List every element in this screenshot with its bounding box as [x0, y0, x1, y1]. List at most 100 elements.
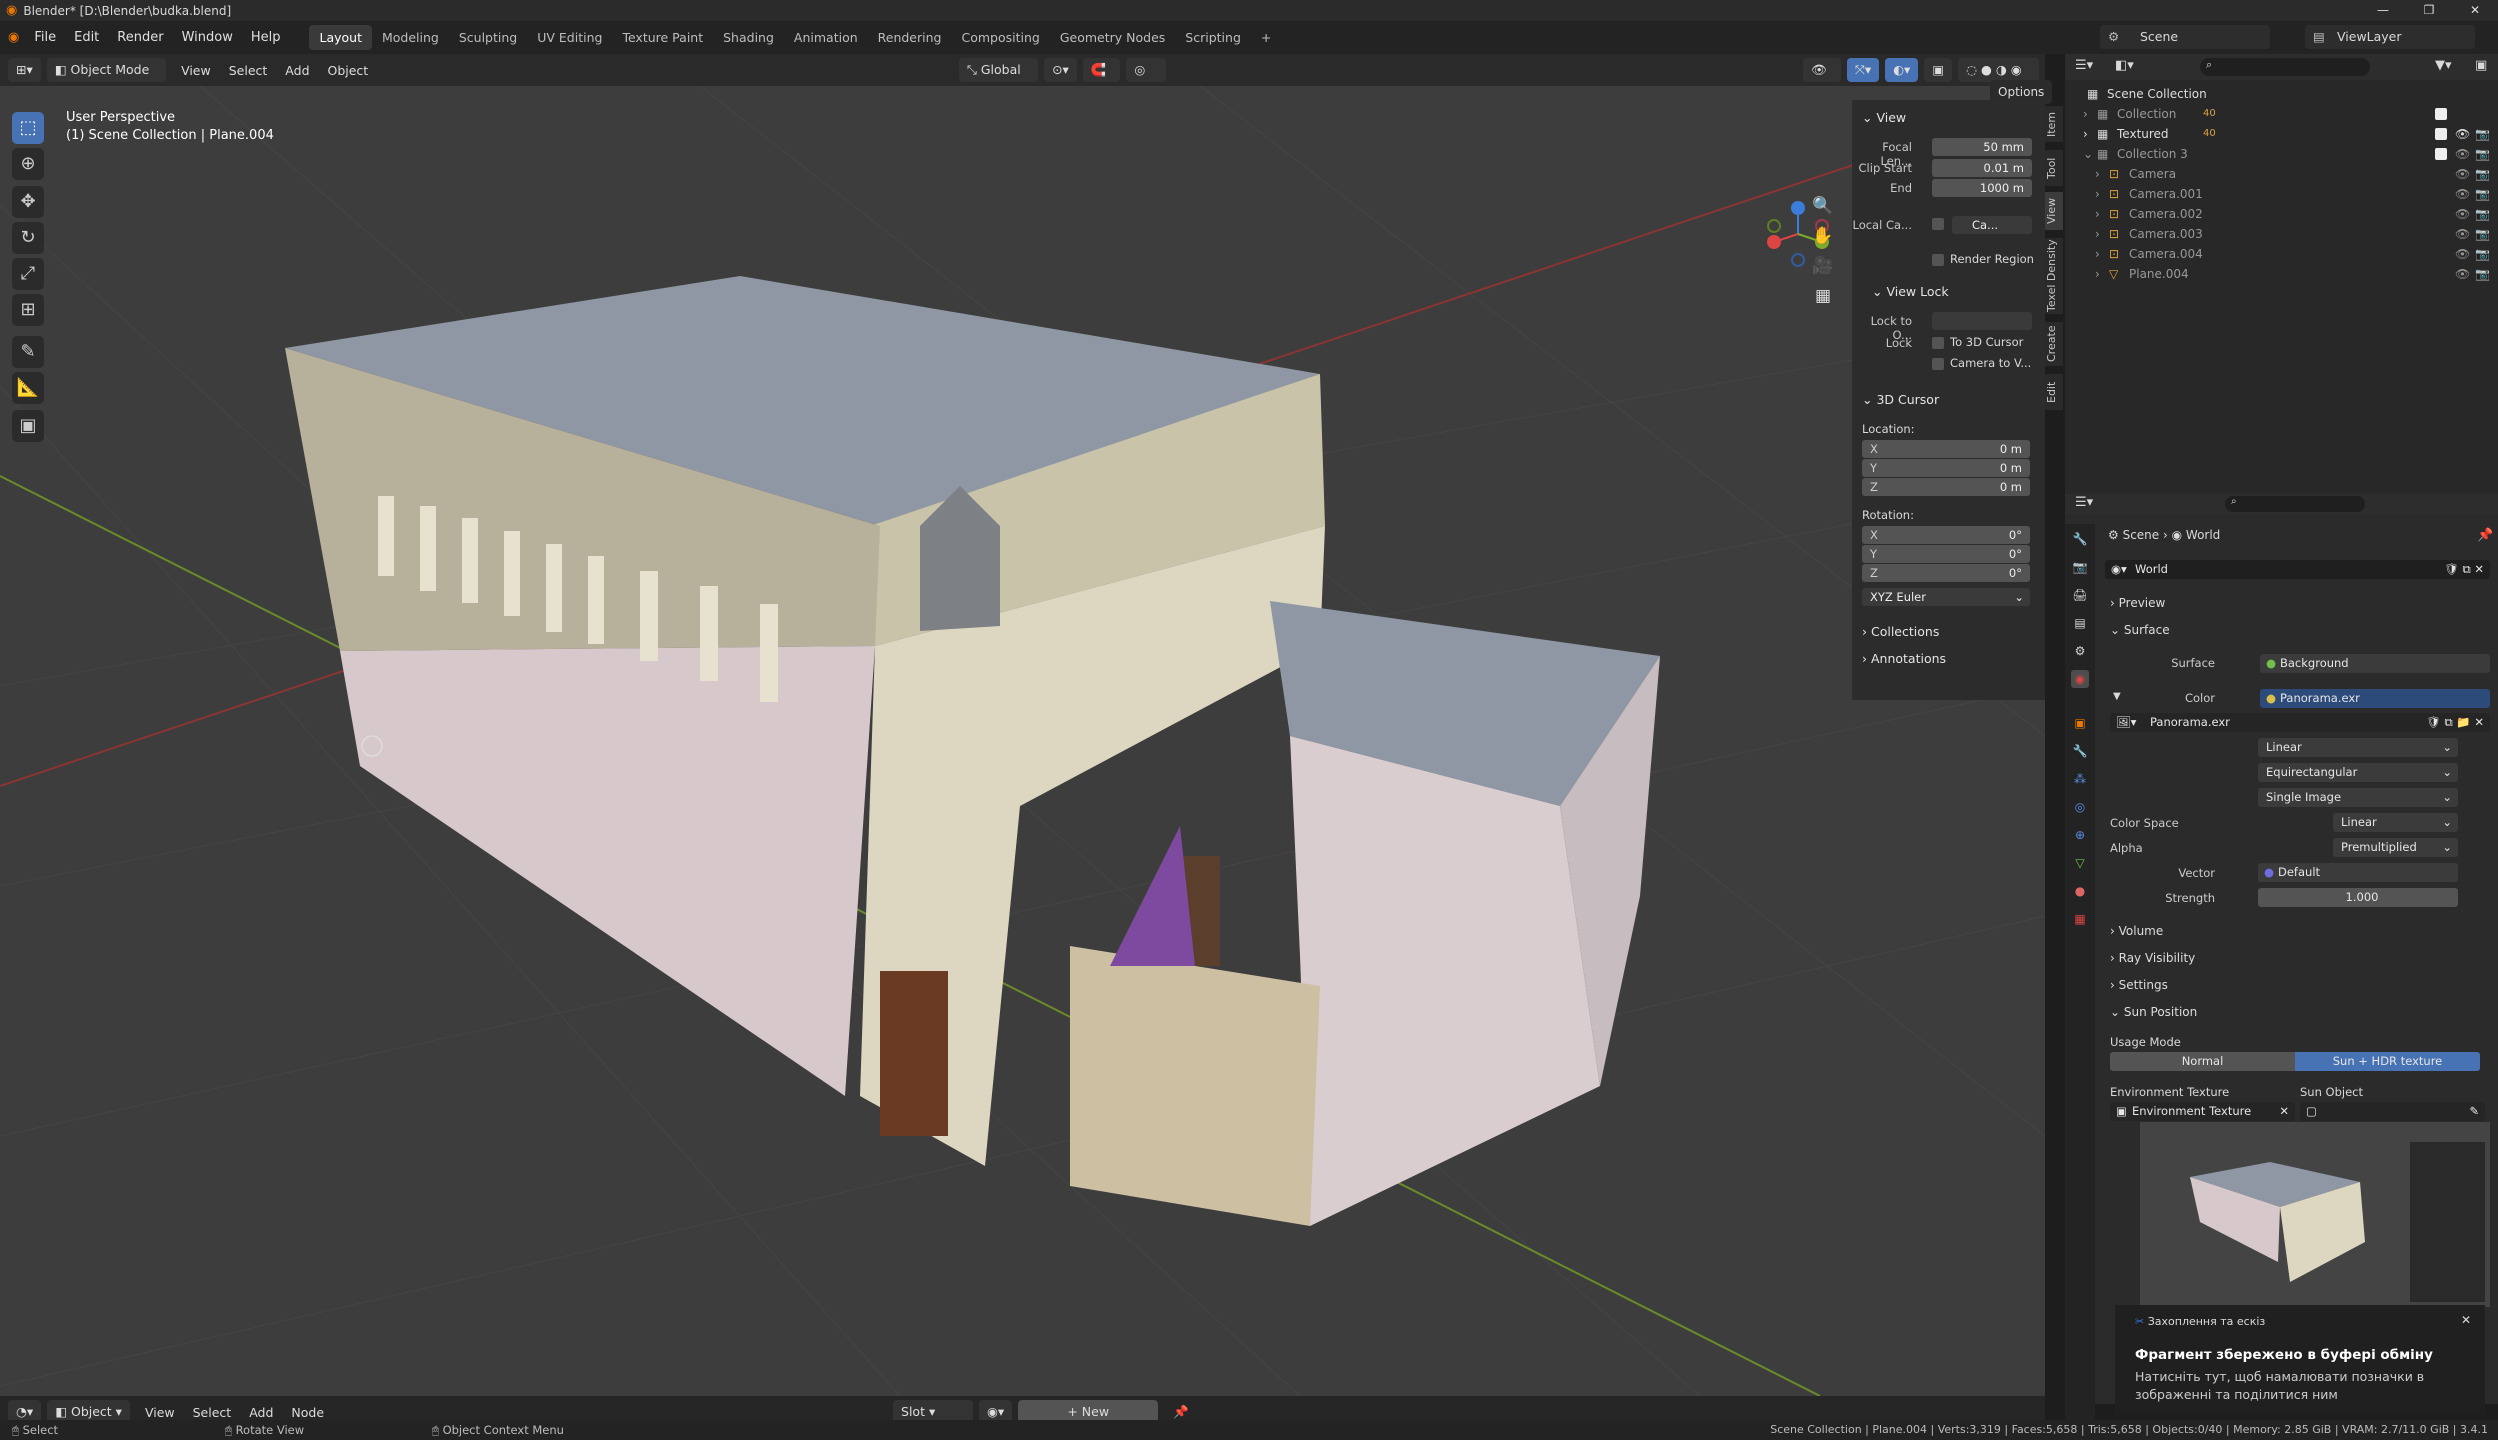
expand-arrow-icon[interactable]: › [2083, 124, 2088, 144]
outliner-row-collection-3[interactable]: ⌄ ▦ Collection 3 👁 📷 [2065, 144, 2498, 164]
menu-window[interactable]: Window [173, 30, 242, 45]
preview-section[interactable]: › Preview [2110, 596, 2165, 610]
surface-section[interactable]: ⌄ Surface [2110, 623, 2170, 637]
datablock-controls[interactable]: 🛡 ⧉ ✕ [2444, 560, 2484, 579]
exclude-checkbox[interactable] [2435, 148, 2447, 160]
cursor-rotation-z[interactable]: Z 0° [1862, 564, 2030, 582]
close-icon[interactable]: ✕ [2279, 1102, 2289, 1121]
texture-tab-icon[interactable]: ▦ [2071, 910, 2089, 928]
blender-menu-icon[interactable]: ◉ [8, 30, 19, 45]
ortho-grid-icon[interactable]: ▦ [1808, 282, 1838, 310]
expand-arrow-icon[interactable]: › [2095, 244, 2100, 264]
properties-search-input[interactable]: ⌕ [2225, 496, 2365, 512]
bottom-menu-select[interactable]: Select [184, 1405, 241, 1420]
new-collection-icon[interactable]: ▣ [2475, 58, 2487, 73]
menu-render[interactable]: Render [108, 30, 172, 45]
bottom-menu-view[interactable]: View [136, 1405, 184, 1420]
workspace-tab-geometry-nodes[interactable]: Geometry Nodes [1050, 25, 1175, 50]
outliner-row-camera-004[interactable]: › ⊡ Camera.004 👁 📷 [2065, 244, 2498, 264]
add-cube-tool-button[interactable]: ▣ [12, 410, 44, 442]
material-tab-icon[interactable]: ● [2071, 882, 2089, 900]
camera-view-icon[interactable]: 🎥 [1808, 252, 1838, 280]
eye-icon[interactable]: 👁 [2455, 164, 2470, 184]
notification-close-button[interactable]: ✕ [2461, 1313, 2471, 1327]
eye-icon[interactable]: 👁 [2455, 264, 2470, 284]
environment-texture-field[interactable]: ▣ Environment Texture ✕ [2110, 1102, 2295, 1121]
cursor-rotation-x[interactable]: X 0° [1862, 526, 2030, 544]
eye-icon[interactable]: 👁 [2455, 224, 2470, 244]
workspace-tab-scripting[interactable]: Scripting [1175, 25, 1251, 50]
npanel-tab-tool[interactable]: Tool [2045, 150, 2063, 186]
shading-modes[interactable]: ◌ ● ◑ ◉ ▾ [1958, 58, 2039, 101]
measure-tool-button[interactable]: 📐 [12, 372, 44, 404]
overlay-toggle[interactable]: ◐▾ [1885, 58, 1919, 82]
viewport-menu-view[interactable]: View [172, 63, 220, 78]
3d-viewport[interactable]: ⬚ ⊕ ✥ ↻ ⤢ ⊞ ✎ 📐 ▣ 🔍 ✋ 🎥 ▦ [0, 86, 2045, 1396]
camera-render-icon[interactable]: 📷 [2475, 164, 2490, 184]
expand-arrow-icon[interactable]: › [2095, 224, 2100, 244]
scene-selector[interactable]: ⚙ Scene [2100, 25, 2270, 49]
cursor-location-x[interactable]: X 0 m [1862, 440, 2030, 458]
bottom-menu-node[interactable]: Node [282, 1405, 333, 1420]
expand-arrow-icon[interactable]: › [2095, 184, 2100, 204]
outliner-editor-icon[interactable]: ☰▾ [2075, 58, 2093, 73]
display-mode-icon[interactable]: ◧▾ [2115, 58, 2134, 73]
cursor-rotation-y[interactable]: Y 0° [1862, 545, 2030, 563]
volume-section[interactable]: › Volume [2110, 924, 2163, 938]
outliner-row-scene-collection[interactable]: ▦ Scene Collection [2065, 84, 2498, 104]
menu-file[interactable]: File [25, 30, 65, 45]
image-datablock-controls[interactable]: 🛡 ⧉ 📁 ✕ [2426, 713, 2484, 732]
expand-arrow-icon[interactable]: › [2095, 164, 2100, 184]
viewport-menu-add[interactable]: Add [276, 63, 318, 78]
image-datablock-field[interactable]: 🖼▾ Panorama.exr 🛡 ⧉ 📁 ✕ [2110, 713, 2490, 732]
rotate-tool-button[interactable]: ↻ [12, 222, 44, 254]
sun-position-section[interactable]: ⌄ Sun Position [2110, 1005, 2197, 1019]
local-camera-field[interactable]: Ca... [1952, 216, 2032, 234]
outliner-row-collection[interactable]: › ▦ Collection 40 [2065, 104, 2498, 124]
annotate-tool-button[interactable]: ✎ [12, 336, 44, 368]
usage-mode-sun-hdr-button[interactable]: Sun + HDR texture [2295, 1052, 2480, 1071]
scale-tool-button[interactable]: ⤢ [12, 258, 44, 290]
data-tab-icon[interactable]: ▽ [2071, 854, 2089, 872]
npanel-tab-view[interactable]: View [2045, 192, 2063, 230]
tool-tab-icon[interactable]: 🔧 [2071, 530, 2089, 548]
visibility-dropdown[interactable]: 👁▾ [1803, 58, 1841, 101]
camera-render-icon[interactable]: 📷 [2475, 184, 2490, 204]
npanel-tab-create[interactable]: Create [2045, 322, 2063, 366]
object-tab-icon[interactable]: ▣ [2071, 714, 2089, 732]
eye-icon[interactable]: 👁 [2455, 144, 2470, 164]
projection-dropdown[interactable]: Equirectangular ⌄ [2258, 763, 2458, 782]
physics-tab-icon[interactable]: ◎ [2071, 798, 2089, 816]
color-space-dropdown[interactable]: Linear ⌄ [2333, 813, 2458, 832]
outliner-row-textured[interactable]: › ▦ Textured 40 👁 📷 [2065, 124, 2498, 144]
move-tool-button[interactable]: ✥ [12, 186, 44, 218]
pin-icon[interactable]: 📌 [1164, 1404, 1198, 1420]
scene-tab-icon[interactable]: ⚙ [2071, 642, 2089, 660]
view-lock-header[interactable]: ⌄ View Lock [1872, 284, 1949, 299]
interpolation-dropdown[interactable]: Linear ⌄ [2258, 738, 2458, 757]
render-region-checkbox[interactable] [1932, 254, 1944, 266]
camera-to-view-checkbox[interactable] [1932, 358, 1944, 370]
outliner-row-plane-004[interactable]: › ▽ Plane.004 👁 📷 [2065, 264, 2498, 284]
pin-icon[interactable]: 📌 [2477, 528, 2493, 543]
workspace-tab-compositing[interactable]: Compositing [951, 25, 1049, 50]
minimize-button[interactable]: — [2360, 0, 2406, 21]
rotation-mode-dropdown[interactable]: XYZ Euler ⌄ [1862, 588, 2030, 606]
collections-section[interactable]: › Collections [1862, 624, 1939, 639]
expand-arrow-icon[interactable]: › [2095, 204, 2100, 224]
cursor-location-z[interactable]: Z 0 m [1862, 478, 2030, 496]
proportional-edit-toggle[interactable]: ◎ ∧ [1126, 58, 1167, 101]
expand-arrow-icon[interactable]: ⌄ [2083, 144, 2093, 164]
surface-shader-field[interactable]: ● Background [2260, 654, 2490, 673]
vector-field[interactable]: ● Default [2258, 863, 2458, 882]
viewlayer-selector[interactable]: ▤ ViewLayer [2305, 25, 2475, 49]
settings-section[interactable]: › Settings [2110, 978, 2168, 992]
output-tab-icon[interactable]: 🖨 [2071, 586, 2089, 604]
expand-arrow-icon[interactable]: › [2083, 104, 2088, 124]
add-workspace-button[interactable]: + [1251, 25, 1281, 50]
view-section-header[interactable]: ⌄ View [1862, 110, 1906, 125]
render-tab-icon[interactable]: 📷 [2071, 558, 2089, 576]
eye-icon[interactable]: 👁 [2455, 204, 2470, 224]
world-tab-icon[interactable]: ◉ [2071, 670, 2089, 688]
workspace-tab-uv-editing[interactable]: UV Editing [527, 25, 612, 50]
